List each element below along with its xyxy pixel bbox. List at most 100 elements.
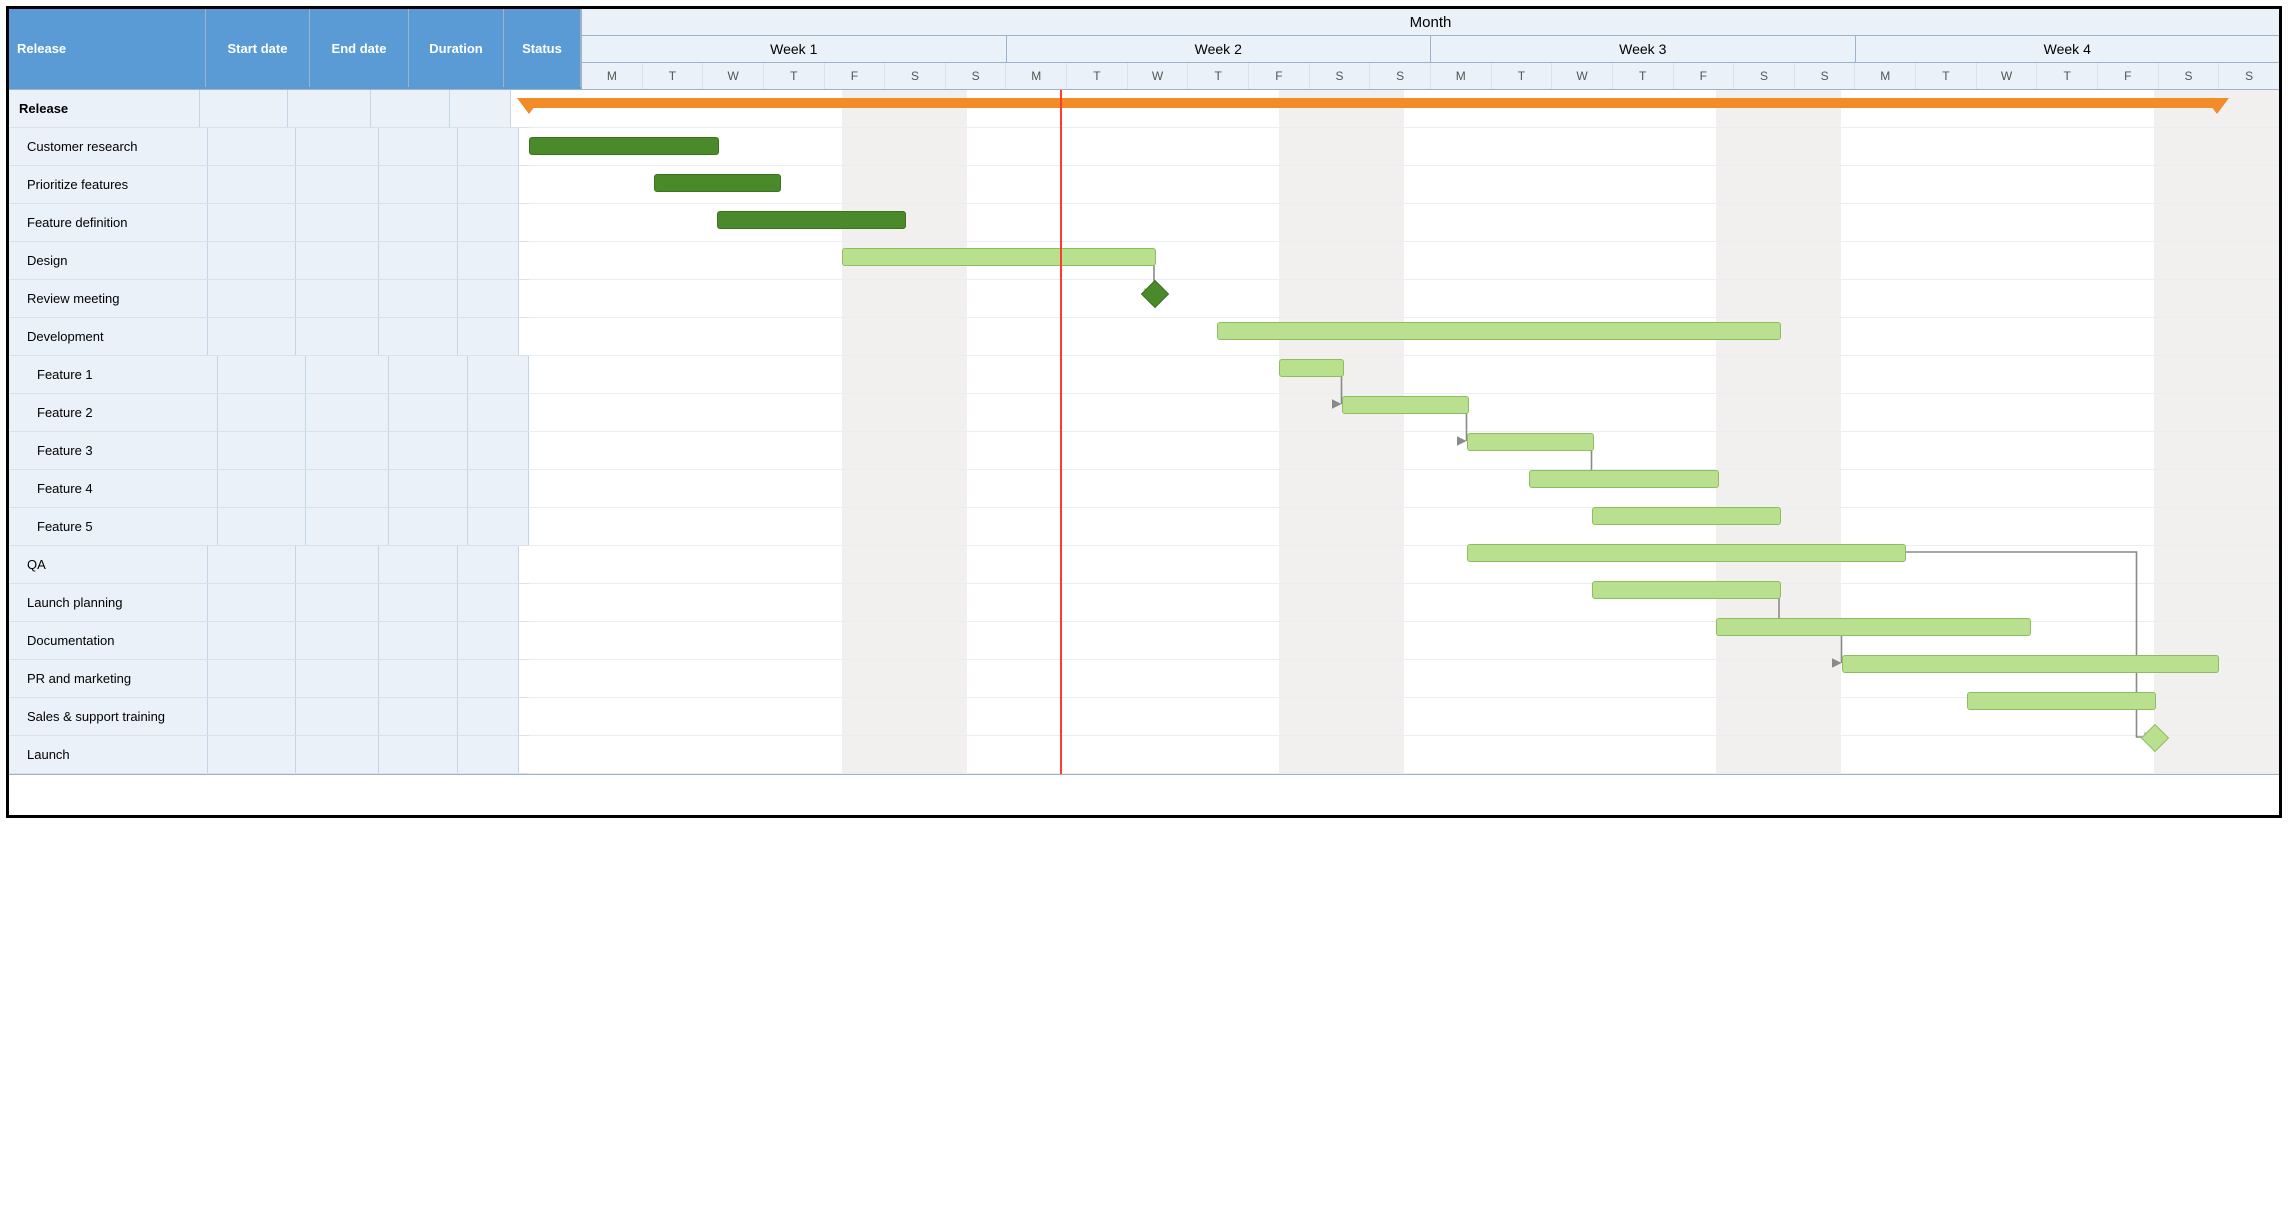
task-cell[interactable]	[296, 280, 379, 317]
task-cell[interactable]	[306, 356, 389, 393]
task-cell[interactable]	[208, 622, 296, 659]
task-cell[interactable]	[296, 622, 379, 659]
task-name[interactable]: Feature 1	[9, 356, 218, 393]
task-cell[interactable]	[458, 318, 519, 355]
task-cell[interactable]	[296, 698, 379, 735]
gantt-bar[interactable]	[654, 174, 781, 192]
task-cell[interactable]	[208, 166, 296, 203]
task-cell[interactable]	[208, 584, 296, 621]
task-cell[interactable]	[296, 128, 379, 165]
gantt-bar[interactable]	[1279, 359, 1344, 377]
task-cell[interactable]	[379, 660, 458, 697]
gantt-chart-area[interactable]	[529, 90, 2279, 774]
task-cell[interactable]	[468, 508, 529, 545]
task-cell[interactable]	[218, 508, 306, 545]
task-cell[interactable]	[389, 356, 468, 393]
gantt-bar[interactable]	[1967, 692, 2157, 710]
gantt-bar[interactable]	[1467, 433, 1594, 451]
task-cell[interactable]	[458, 128, 519, 165]
task-name[interactable]: Development	[9, 318, 208, 355]
task-cell[interactable]	[306, 470, 389, 507]
task-name[interactable]: QA	[9, 546, 208, 583]
task-cell[interactable]	[218, 432, 306, 469]
task-cell[interactable]	[306, 508, 389, 545]
task-cell[interactable]	[296, 546, 379, 583]
task-cell[interactable]	[208, 204, 296, 241]
task-cell[interactable]	[389, 470, 468, 507]
task-cell[interactable]	[208, 660, 296, 697]
task-cell[interactable]	[468, 432, 529, 469]
task-name[interactable]: Customer research	[9, 128, 208, 165]
task-cell[interactable]	[468, 356, 529, 393]
task-cell[interactable]	[218, 356, 306, 393]
task-cell[interactable]	[458, 546, 519, 583]
task-cell[interactable]	[379, 166, 458, 203]
task-cell[interactable]	[458, 584, 519, 621]
task-name[interactable]: Feature 3	[9, 432, 218, 469]
task-cell[interactable]	[208, 128, 296, 165]
task-cell[interactable]	[306, 394, 389, 431]
task-cell[interactable]	[458, 622, 519, 659]
task-cell[interactable]	[379, 318, 458, 355]
task-cell[interactable]	[296, 242, 379, 279]
task-name[interactable]: Feature 2	[9, 394, 218, 431]
task-cell[interactable]	[389, 394, 468, 431]
task-cell[interactable]	[450, 90, 511, 127]
task-name[interactable]: Feature 5	[9, 508, 218, 545]
task-cell[interactable]	[379, 128, 458, 165]
gantt-bar[interactable]	[1842, 655, 2219, 673]
task-cell[interactable]	[468, 394, 529, 431]
task-cell[interactable]	[296, 584, 379, 621]
task-cell[interactable]	[208, 698, 296, 735]
task-cell[interactable]	[296, 318, 379, 355]
task-cell[interactable]	[208, 318, 296, 355]
task-cell[interactable]	[306, 432, 389, 469]
task-cell[interactable]	[458, 698, 519, 735]
task-cell[interactable]	[296, 660, 379, 697]
task-name[interactable]: Feature definition	[9, 204, 208, 241]
gantt-bar[interactable]	[529, 137, 719, 155]
gantt-bar[interactable]	[1467, 544, 1907, 562]
task-cell[interactable]	[458, 204, 519, 241]
task-cell[interactable]	[458, 736, 519, 773]
task-name[interactable]: Feature 4	[9, 470, 218, 507]
task-cell[interactable]	[458, 166, 519, 203]
task-cell[interactable]	[208, 280, 296, 317]
task-name[interactable]: Launch planning	[9, 584, 208, 621]
task-cell[interactable]	[288, 90, 371, 127]
task-name[interactable]: Prioritize features	[9, 166, 208, 203]
task-cell[interactable]	[218, 470, 306, 507]
task-cell[interactable]	[371, 90, 450, 127]
task-cell[interactable]	[218, 394, 306, 431]
task-name[interactable]: Design	[9, 242, 208, 279]
task-cell[interactable]	[458, 660, 519, 697]
gantt-bar[interactable]	[842, 248, 1157, 266]
task-cell[interactable]	[379, 622, 458, 659]
gantt-bar[interactable]	[1529, 470, 1719, 488]
task-cell[interactable]	[208, 242, 296, 279]
task-cell[interactable]	[296, 166, 379, 203]
task-cell[interactable]	[389, 432, 468, 469]
task-cell[interactable]	[296, 204, 379, 241]
summary-bar[interactable]	[529, 98, 2217, 108]
gantt-bar[interactable]	[717, 211, 907, 229]
task-name[interactable]: Launch	[9, 736, 208, 773]
gantt-bar[interactable]	[1217, 322, 1782, 340]
task-cell[interactable]	[389, 508, 468, 545]
task-cell[interactable]	[200, 90, 288, 127]
gantt-bar[interactable]	[1592, 581, 1782, 599]
task-cell[interactable]	[379, 584, 458, 621]
task-cell[interactable]	[379, 736, 458, 773]
task-cell[interactable]	[458, 242, 519, 279]
task-cell[interactable]	[458, 280, 519, 317]
task-name[interactable]: Review meeting	[9, 280, 208, 317]
task-cell[interactable]	[379, 546, 458, 583]
gantt-bar[interactable]	[1592, 507, 1782, 525]
task-name[interactable]: Release	[9, 90, 200, 127]
task-cell[interactable]	[208, 546, 296, 583]
task-cell[interactable]	[296, 736, 379, 773]
task-cell[interactable]	[379, 242, 458, 279]
task-cell[interactable]	[208, 736, 296, 773]
task-cell[interactable]	[379, 280, 458, 317]
task-name[interactable]: Sales & support training	[9, 698, 208, 735]
